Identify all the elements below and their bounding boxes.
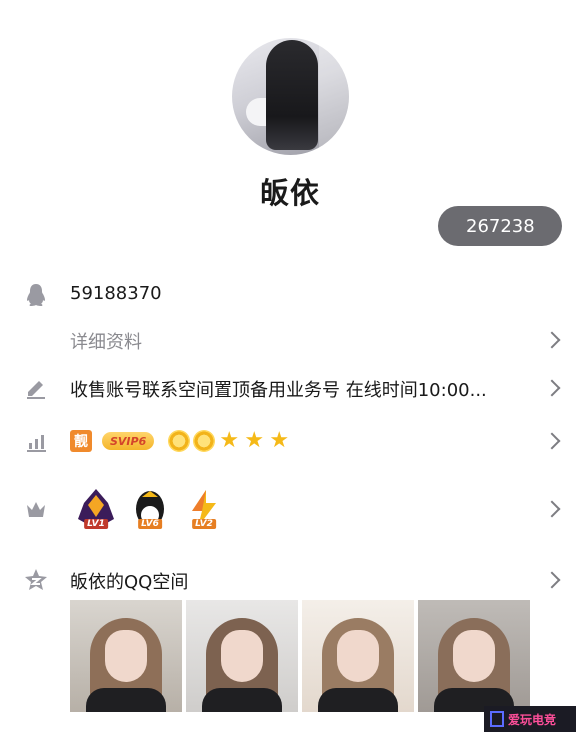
qq-penguin-icon bbox=[24, 283, 48, 307]
lv2-badge: LV2 bbox=[182, 487, 226, 531]
level-badges-row[interactable]: LV1 LV6 LV2 bbox=[0, 484, 580, 534]
star-level-icon: ★ bbox=[219, 428, 240, 453]
photo-cloth bbox=[202, 688, 282, 712]
sun-level-icon bbox=[193, 430, 216, 452]
lv1-badge: LV1 bbox=[74, 487, 118, 531]
likes-badge[interactable]: 267238 bbox=[438, 206, 562, 246]
qzone-star-icon bbox=[24, 568, 48, 592]
lv6-label: LV6 bbox=[138, 519, 162, 529]
lv6-badge: LV6 bbox=[128, 487, 172, 531]
likes-count: 267238 bbox=[466, 215, 535, 237]
chevron-right-icon bbox=[543, 432, 561, 450]
photo-face bbox=[221, 630, 263, 682]
lv1-label: LV1 bbox=[84, 519, 108, 529]
avatar-shade bbox=[319, 38, 349, 155]
liang-badge: 靓 bbox=[70, 430, 92, 452]
pencil-icon bbox=[24, 376, 48, 400]
crown-icon bbox=[24, 497, 48, 521]
qzone-photos bbox=[70, 600, 530, 712]
qzone-photo[interactable] bbox=[418, 600, 530, 712]
watermark-text: 爱玩电竞 bbox=[508, 712, 557, 727]
lv2-label: LV2 bbox=[192, 519, 216, 529]
chart-icon bbox=[24, 429, 48, 453]
photo-face bbox=[453, 630, 495, 682]
photo-face bbox=[337, 630, 379, 682]
star-level-icon: ★ bbox=[244, 428, 265, 453]
avatar-hair bbox=[266, 40, 318, 150]
qzone-photo[interactable] bbox=[186, 600, 298, 712]
photo-cloth bbox=[86, 688, 166, 712]
vip-badges-row[interactable]: 靓 SVIP6 ★ ★ ★ bbox=[0, 424, 580, 458]
sun-level-icon bbox=[168, 430, 191, 452]
watermark-logo: 爱玩电竞 bbox=[484, 706, 576, 732]
chevron-right-icon bbox=[543, 500, 561, 518]
signature-row[interactable]: 收售账号联系空间置顶备用业务号 在线时间10:00... bbox=[0, 372, 580, 404]
watermark-logo-icon bbox=[490, 711, 504, 727]
signature-text: 收售账号联系空间置顶备用业务号 在线时间10:00... bbox=[70, 380, 487, 401]
qzone-row[interactable]: 皈依的QQ空间 bbox=[0, 564, 580, 596]
svip-badge: SVIP6 bbox=[102, 432, 155, 450]
photo-face bbox=[105, 630, 147, 682]
qzone-photo[interactable] bbox=[70, 600, 182, 712]
avatar[interactable] bbox=[232, 38, 349, 155]
star-level-icon: ★ bbox=[269, 428, 290, 453]
chevron-right-icon bbox=[543, 379, 561, 397]
chevron-right-icon bbox=[543, 331, 561, 349]
qzone-photo[interactable] bbox=[302, 600, 414, 712]
chevron-right-icon bbox=[543, 571, 561, 589]
qzone-title: 皈依的QQ空间 bbox=[70, 572, 189, 593]
detail-row[interactable]: 详细资料 bbox=[0, 324, 580, 356]
detail-label: 详细资料 bbox=[70, 332, 142, 353]
photo-cloth bbox=[318, 688, 398, 712]
qq-number-row: 59188370 bbox=[0, 280, 580, 310]
qq-number: 59188370 bbox=[70, 283, 162, 304]
